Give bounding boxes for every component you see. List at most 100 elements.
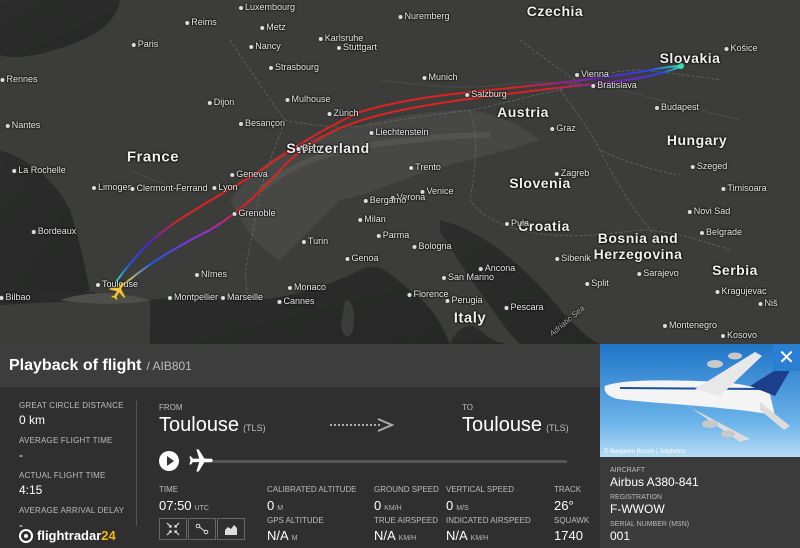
- registration-value: F-WWOW: [610, 502, 665, 516]
- from-airport[interactable]: Toulouse (TLS): [159, 414, 266, 437]
- scrubber-handle[interactable]: [187, 447, 215, 475]
- time-unit: UTC: [194, 505, 209, 512]
- country-label: Hungary: [666, 132, 728, 148]
- city-label: Belgrade: [698, 227, 743, 237]
- stat-label: Actual flight time: [19, 471, 106, 480]
- divider: [136, 401, 137, 526]
- registration-label: REGISTRATION: [610, 494, 662, 501]
- indicated-airspeed-value: N/A KM/H: [446, 528, 488, 543]
- to-airport[interactable]: Toulouse (TLS): [462, 414, 569, 437]
- stat-label: Great circle distance: [19, 401, 124, 410]
- aircraft-label: AIRCRAFT: [610, 467, 645, 474]
- city-label: Pescara: [503, 302, 544, 312]
- fullscreen-button[interactable]: [159, 518, 187, 540]
- flightradar24-logo[interactable]: flightradar24: [19, 528, 116, 543]
- vertical-speed-value: 0 M/S: [446, 498, 469, 513]
- play-button[interactable]: [159, 451, 179, 471]
- calibrated-altitude-unit: M: [277, 505, 284, 512]
- vertical-speed-text: 0: [446, 498, 454, 513]
- calibrated-altitude-text: 0: [267, 498, 275, 513]
- city-label: Clermont-Ferrand: [129, 183, 208, 193]
- city-label: Parma: [375, 230, 410, 240]
- playback-scrubber[interactable]: [205, 460, 567, 463]
- calibrated-altitude-label: CALIBRATED ALTITUDE: [267, 485, 357, 494]
- stat-item: Actual flight time 4:15: [19, 471, 134, 497]
- city-label: Paris: [130, 39, 159, 49]
- city-label: Venice: [419, 186, 454, 196]
- city-label: Geneva: [229, 169, 268, 179]
- aircraft-image: [604, 352, 792, 442]
- true-airspeed-value: N/A KM/H: [374, 528, 416, 543]
- plane-marker-icon[interactable]: [108, 280, 130, 302]
- route-toggle-button[interactable]: [188, 518, 216, 540]
- city-label: Graz: [549, 123, 576, 133]
- city-label: San Marino: [440, 272, 495, 282]
- stat-item: Great circle distance 0 km: [19, 401, 134, 427]
- city-label: Reims: [184, 17, 217, 27]
- time-value: 07:50 UTC: [159, 498, 209, 513]
- city-label: Monaco: [286, 282, 327, 292]
- city-label: Split: [584, 278, 609, 288]
- aircraft-info: AIRCRAFT Airbus A380-841 REGISTRATION F-…: [600, 457, 800, 548]
- stat-item: Average flight time -: [19, 436, 134, 462]
- city-label: Bern: [295, 143, 322, 153]
- ground-speed-unit: KM/H: [384, 505, 402, 512]
- city-label: Pula: [503, 218, 530, 228]
- city-label: Nantes: [4, 120, 41, 130]
- city-label: Mulhouse: [284, 94, 331, 104]
- panel-title: Playback of flight: [9, 356, 142, 374]
- city-label: La Rochelle: [11, 165, 66, 175]
- from-code: (TLS): [243, 423, 266, 433]
- city-label: Munich: [421, 72, 458, 82]
- city-label: Nîmes: [193, 269, 228, 279]
- country-label: Austria: [497, 104, 549, 120]
- stat-value: 4:15: [19, 483, 43, 497]
- play-icon: [166, 456, 174, 466]
- city-label: Montpellier: [166, 292, 219, 302]
- city-label: Montenegro: [661, 320, 718, 330]
- ground-speed-label: GROUND SPEED: [374, 485, 439, 494]
- indicated-airspeed-label: INDICATED AIRSPEED: [446, 516, 531, 525]
- time-label: TIME: [159, 485, 179, 494]
- city-label: Dijon: [206, 97, 235, 107]
- plane-icon: [189, 449, 213, 472]
- aircraft-photo[interactable]: © Benjamin Broom | Jetphotos ✕: [600, 344, 800, 457]
- logo-number: 24: [101, 528, 116, 543]
- country-label: Italy: [453, 309, 487, 327]
- city-label: Sarajevo: [636, 268, 679, 278]
- radar-icon: [19, 528, 33, 543]
- flight-map[interactable]: France Switzerland Austria Czechia Slovakia H…: [0, 0, 800, 344]
- country-label: Serbia: [712, 262, 758, 278]
- panel-header: Playback of flight / AIB801: [0, 344, 600, 387]
- altitude-graph-button[interactable]: [217, 518, 245, 540]
- city-label: Niš: [757, 298, 778, 308]
- squawk-value: 1740: [554, 528, 583, 543]
- flight-stats: Great circle distance 0 km Average flight …: [19, 401, 134, 541]
- city-label: Ancona: [477, 263, 516, 273]
- route-icon: [195, 523, 209, 535]
- city-label: Nancy: [248, 41, 281, 51]
- city-label: Florence: [406, 289, 449, 299]
- ground-speed-text: 0: [374, 498, 382, 513]
- stat-label: Average flight time: [19, 436, 113, 445]
- indicated-airspeed-unit: KM/H: [470, 535, 489, 542]
- city-label: Metz: [259, 22, 286, 32]
- city-label: Luxembourg: [237, 2, 296, 12]
- city-label: Bergamo: [362, 195, 407, 205]
- gps-altitude-value: N/A M: [267, 528, 298, 543]
- to-code: (TLS): [546, 423, 569, 433]
- city-label: Perugia: [444, 295, 483, 305]
- from-city: Toulouse: [159, 414, 240, 436]
- aircraft-type: Airbus A380-841: [610, 475, 699, 489]
- vertical-speed-label: VERTICAL SPEED: [446, 485, 515, 494]
- indicated-airspeed-text: N/A: [446, 528, 468, 543]
- city-label: Kragujevac: [714, 286, 767, 296]
- city-label: Karlsruhe: [317, 33, 364, 43]
- city-label: Milan: [357, 214, 386, 224]
- track-label: TRACK: [554, 485, 582, 494]
- city-label: Nuremberg: [397, 11, 450, 21]
- city-label: Zagreb: [553, 168, 590, 178]
- city-label: Bratislava: [590, 80, 637, 90]
- close-button[interactable]: ✕: [773, 344, 800, 371]
- city-label: Marseille: [219, 292, 264, 302]
